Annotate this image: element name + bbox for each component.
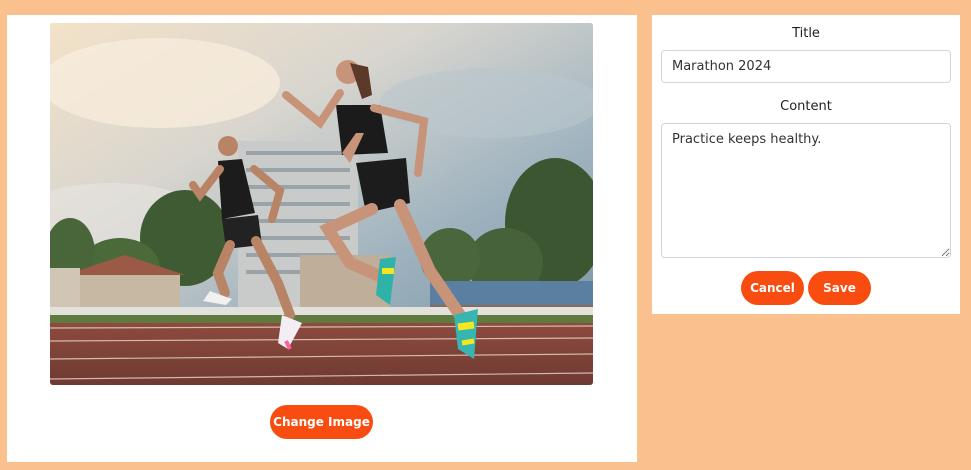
change-image-button[interactable]: Change Image — [270, 405, 373, 439]
runners-photo-image — [50, 23, 593, 385]
title-input[interactable] — [661, 50, 951, 83]
save-button[interactable]: Save — [808, 271, 871, 305]
runners-photo — [50, 23, 593, 385]
title-label: Title — [792, 26, 820, 41]
content-label: Content — [780, 99, 832, 114]
cancel-button[interactable]: Cancel — [741, 271, 804, 305]
edit-form-card: Title Content Practice keeps healthy. Ca… — [652, 15, 960, 314]
content-textarea[interactable]: Practice keeps healthy. — [661, 123, 951, 258]
image-card: Change Image — [7, 15, 637, 462]
